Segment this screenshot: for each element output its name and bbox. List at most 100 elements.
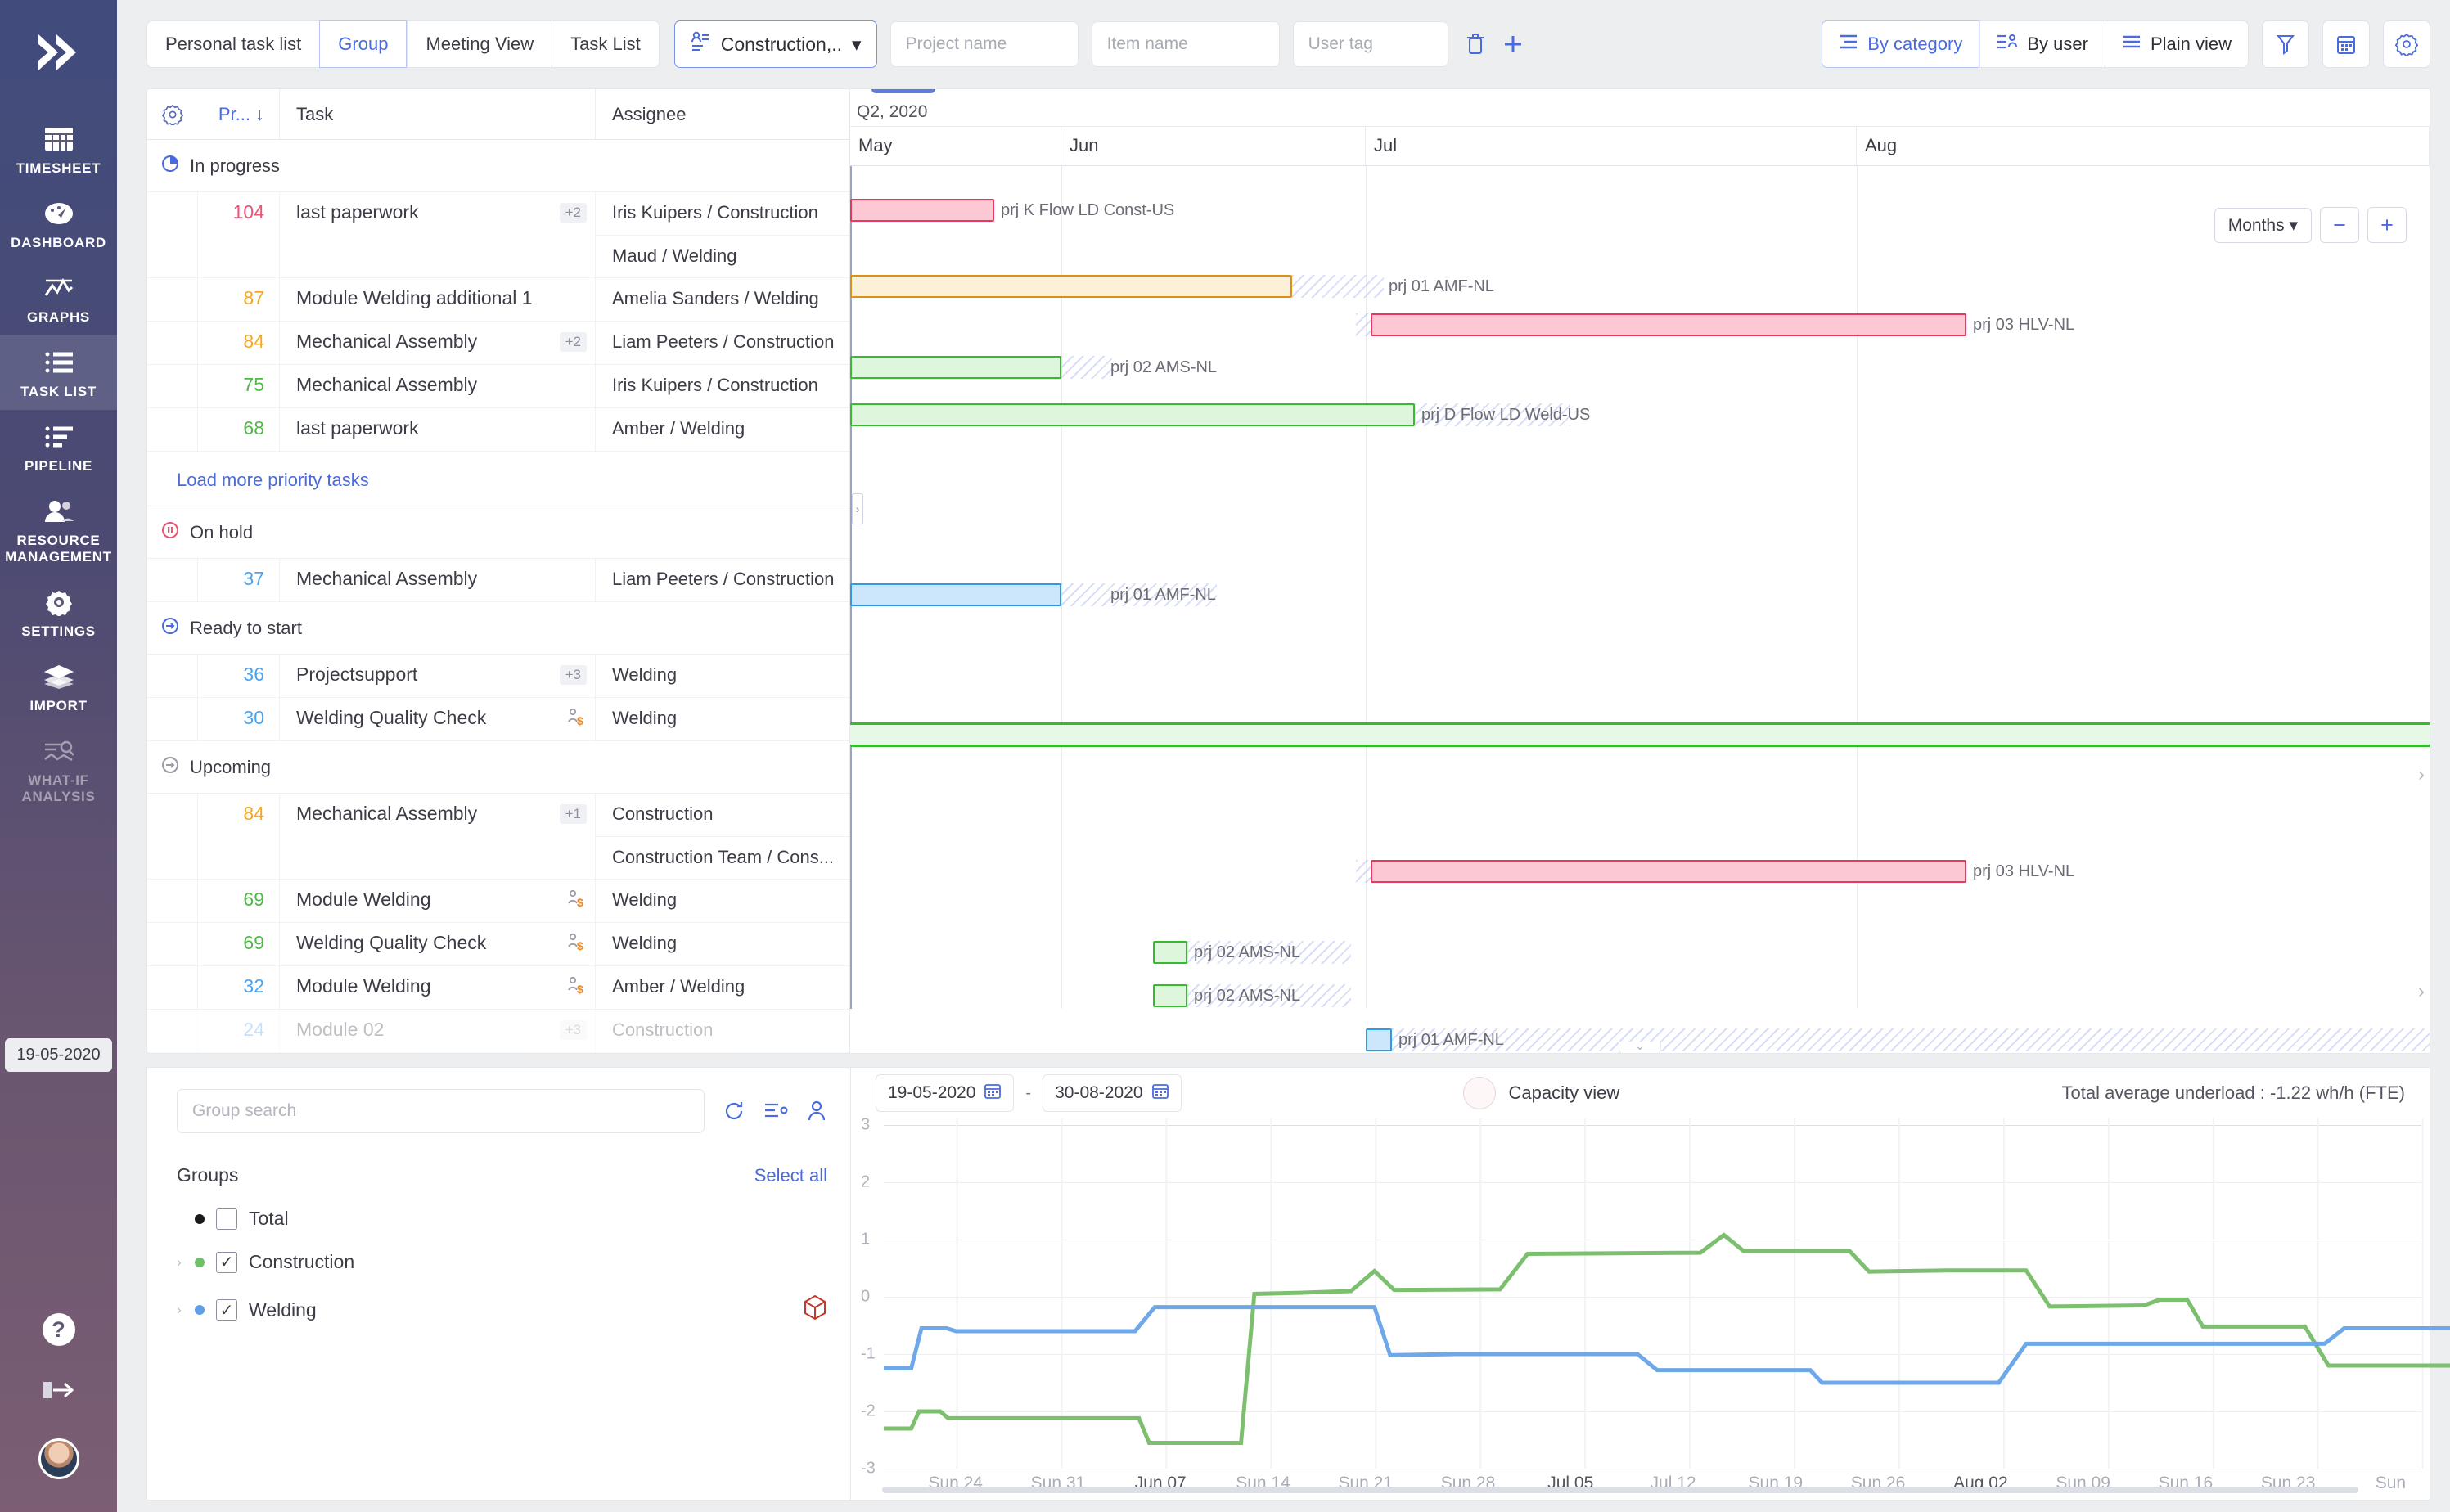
column-header-priority[interactable]: Pr... ↓ [198,89,280,139]
sidebar-item-graphs[interactable]: GRAPHS [0,261,117,335]
table-row[interactable]: 87 Module Welding additional 1 Amelia Sa… [147,278,849,322]
group-list-item-welding[interactable]: › ✓ Welding [177,1294,827,1325]
date-to-input[interactable]: 30-08-2020 [1043,1074,1182,1112]
table-row[interactable]: 36 Projectsupport +3 Welding [147,655,849,698]
by-user-button[interactable]: By user [1979,20,2105,68]
tab-group[interactable]: Group [319,20,408,68]
gantt-bar-total[interactable] [850,722,2430,747]
gantt-bar-extension [1356,313,1372,336]
project-name-input[interactable] [889,21,1079,67]
chevron-right-icon[interactable]: › [177,1302,182,1318]
extra-count-badge[interactable]: +3 [559,665,587,685]
column-header-assignee[interactable]: Assignee [596,89,849,139]
by-category-button[interactable]: By category [1822,20,1980,68]
group-checkbox[interactable]: ✓ [216,1299,237,1321]
tab-personal-task-list[interactable]: Personal task list [146,20,320,68]
gantt-zoom-select[interactable]: Months ▾ [2214,207,2312,243]
sidebar-item-pipeline[interactable]: PIPELINE [0,410,117,484]
date-from-input[interactable]: 19-05-2020 [876,1074,1015,1112]
cube-icon[interactable] [803,1294,827,1325]
load-more-priority-tasks-link[interactable]: Load more priority tasks [147,452,849,506]
chevron-right-icon[interactable]: › [177,1254,182,1271]
table-row[interactable]: 69 Welding Quality Check $ Welding [147,923,849,966]
capacity-view-toggle-group: Capacity view [1462,1077,1619,1109]
sidebar-item-dashboard[interactable]: DASHBOARD [0,187,117,261]
row-priority: 32 [198,966,280,1009]
extra-count-badge[interactable]: +3 [559,1020,587,1040]
group-label: Ready to start [190,617,302,638]
people-icon [42,496,76,527]
sort-list-icon[interactable] [763,1100,788,1122]
group-checkbox[interactable]: ✓ [216,1251,237,1273]
gantt-bar[interactable]: prj 01 AMF-NL [850,583,1216,606]
item-name-input[interactable] [1091,21,1280,67]
table-row[interactable]: 30 Welding Quality Check $ Welding [147,698,849,741]
gantt-bar[interactable]: prj 02 AMS-NL [850,356,1217,379]
gantt-bar[interactable]: prj K Flow LD Const-US [850,199,1174,222]
settings-gear-icon[interactable] [2383,20,2430,68]
gantt-bar[interactable]: prj D Flow LD Weld-US [850,403,1590,426]
select-all-link[interactable]: Select all [754,1165,827,1186]
gantt-bar[interactable]: prj 01 AMF-NL [850,275,1494,298]
person-icon[interactable] [806,1100,827,1123]
sidebar-item-resource-management[interactable]: RESOURCE MANAGEMENT [0,484,117,575]
group-list-item-construction[interactable]: › ✓ Construction [177,1251,827,1273]
question-icon[interactable]: ? [42,1313,75,1347]
scrollbar-thumb[interactable] [882,1487,2359,1493]
table-row[interactable]: 32 Module Welding $ Amber / Welding [147,966,849,1010]
gantt-bar[interactable]: prj 01 AMF-NL [1366,1028,1504,1051]
user-tag-input[interactable] [1292,21,1448,67]
gantt-zoom-in-button[interactable]: + [2367,207,2407,243]
app-logo-icon[interactable] [34,31,84,78]
sidebar-item-what-if-analysis[interactable]: WHAT-IF ANALYSIS [0,724,117,815]
capacity-view-toggle[interactable] [1462,1077,1496,1109]
tab-meeting-view[interactable]: Meeting View [407,20,552,68]
trash-icon[interactable] [1465,33,1486,56]
logout-icon[interactable] [42,1377,76,1407]
column-settings-icon[interactable] [147,104,198,125]
gantt-bar[interactable]: prj 02 AMS-NL [1153,984,1300,1007]
table-row[interactable]: 104 last paperwork +2 Iris Kuipers / Con… [147,192,849,278]
table-row[interactable]: 69 Module Welding $ Welding [147,880,849,923]
plus-icon[interactable] [1502,34,1524,55]
gantt-zoom-out-button[interactable]: − [2320,207,2359,243]
gantt-bar[interactable]: prj 03 HLV-NL [1371,313,2074,336]
gantt-next-arrow-icon[interactable]: › [2418,763,2425,786]
table-row[interactable]: 68 last paperwork Amber / Welding [147,408,849,452]
plain-view-button[interactable]: Plain view [2104,20,2249,68]
extra-count-badge[interactable]: +1 [559,804,587,824]
group-search-input[interactable] [177,1089,705,1133]
extra-count-badge[interactable]: +2 [559,203,587,223]
column-header-task[interactable]: Task [280,89,596,139]
table-row[interactable]: 75 Mechanical Assembly Iris Kuipers / Co… [147,365,849,408]
table-row[interactable]: 37 Mechanical Assembly Liam Peeters / Co… [147,559,849,602]
sidebar-date-button[interactable]: 19-05-2020 [5,1038,112,1073]
row-handle [147,365,198,407]
table-row[interactable]: 84 Mechanical Assembly +2 Liam Peeters /… [147,322,849,365]
group-header-on-hold[interactable]: On hold [147,506,849,559]
sidebar-item-import[interactable]: IMPORT [0,650,117,724]
gantt-bar[interactable]: prj 02 AMS-NL [1153,941,1300,964]
group-list-item-total[interactable]: Total [177,1208,827,1230]
tab-task-list[interactable]: Task List [552,20,660,68]
group-header-ready-to-start[interactable]: Ready to start [147,602,849,655]
gantt-scroll-handle[interactable]: › [852,493,863,524]
refresh-icon[interactable] [723,1100,745,1123]
filter-funnel-icon[interactable] [2262,20,2309,68]
sidebar-item-settings[interactable]: SETTINGS [0,575,117,650]
gantt-collapse-toggle[interactable]: ⌄ [1619,1040,1661,1053]
group-checkbox[interactable] [216,1208,237,1230]
group-header-upcoming[interactable]: Upcoming [147,741,849,794]
table-row[interactable]: 24 Module 02 +3 Construction [147,1010,849,1053]
group-select-dropdown[interactable]: Construction,.. ▾ [673,20,877,68]
calendar-icon[interactable] [2322,20,2370,68]
gantt-bar[interactable]: prj 03 HLV-NL [1371,860,2074,883]
extra-count-badge[interactable]: +2 [559,332,587,352]
gantt-next-arrow-icon-2[interactable]: › [2418,980,2425,1003]
sidebar-item-task-list[interactable]: TASK LIST [0,335,117,411]
table-row[interactable]: 84 Mechanical Assembly +1 Construction C… [147,794,849,880]
chart-horizontal-scrollbar[interactable] [851,1487,2421,1495]
group-header-in-progress[interactable]: In progress [147,140,849,192]
avatar[interactable] [38,1438,79,1480]
sidebar-item-timesheet[interactable]: TIMESHEET [0,112,117,187]
